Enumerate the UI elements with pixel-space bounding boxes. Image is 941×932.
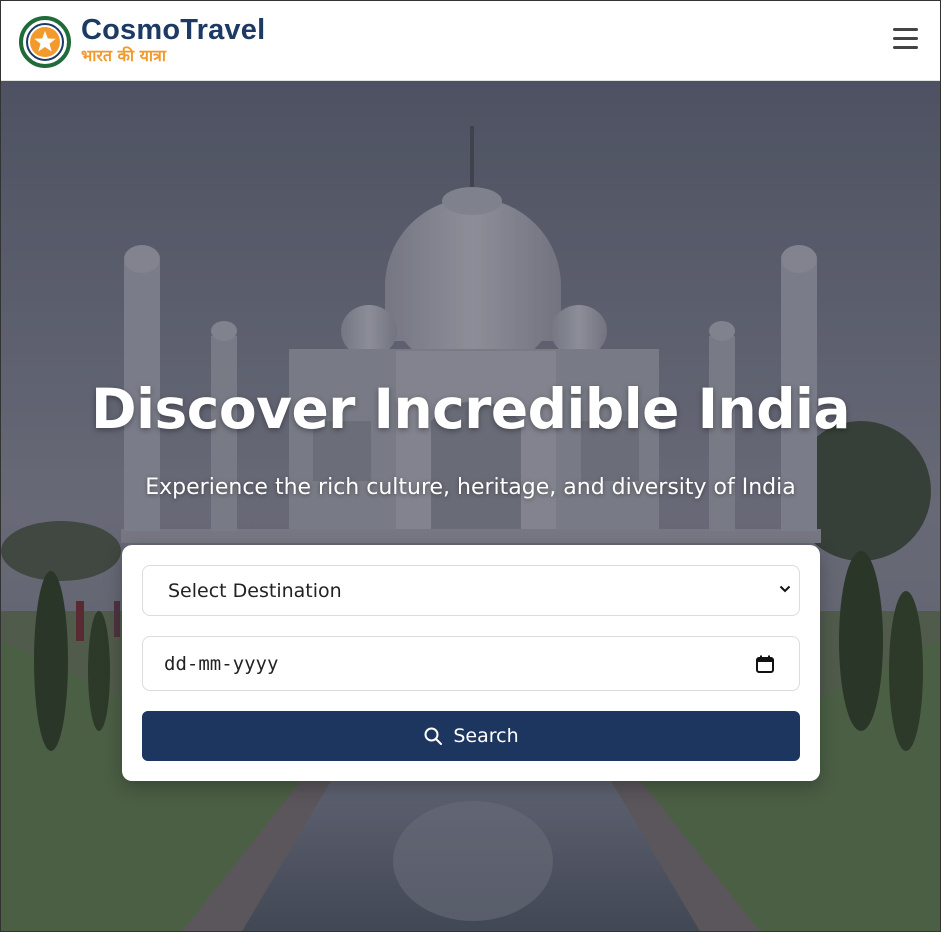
search-button-label: Search	[453, 725, 519, 747]
brand-title: CosmoTravel	[81, 14, 266, 46]
hero-overlay	[1, 81, 940, 931]
destination-select[interactable]: Select Destination	[142, 565, 800, 616]
hero-title: Discover Incredible India	[90, 377, 851, 441]
search-card: Select Destination dd-mm-yyyy Search	[122, 545, 820, 781]
chevron-down-icon	[779, 585, 791, 593]
date-input[interactable]: dd-mm-yyyy	[142, 636, 800, 691]
date-input-placeholder: dd-mm-yyyy	[164, 652, 279, 675]
hero-subtitle: Experience the rich culture, heritage, a…	[145, 475, 796, 500]
hero-section: Discover Incredible India Experience the…	[1, 81, 940, 931]
site-header: CosmoTravel भारत की यात्रा	[1, 1, 940, 81]
menu-bar	[893, 46, 918, 49]
calendar-icon[interactable]	[755, 654, 775, 674]
menu-bar	[893, 28, 918, 31]
star-badge-icon[interactable]	[19, 16, 71, 68]
hamburger-menu-icon[interactable]	[892, 28, 920, 54]
destination-select-value: Select Destination	[168, 579, 342, 602]
menu-bar	[893, 37, 918, 40]
brand[interactable]: CosmoTravel भारत की यात्रा	[81, 13, 265, 67]
brand-subtitle: भारत की यात्रा	[81, 46, 167, 65]
magnifier-icon	[424, 727, 443, 745]
page: CosmoTravel भारत की यात्रा Discover Incr…	[0, 0, 941, 932]
search-button[interactable]: Search	[142, 711, 800, 761]
